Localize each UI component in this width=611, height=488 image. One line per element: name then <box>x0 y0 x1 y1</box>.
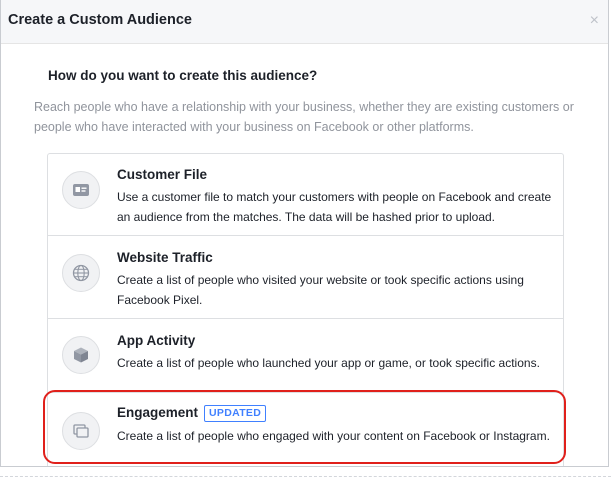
custom-audience-dialog: Create a Custom Audience × How do you wa… <box>0 0 609 467</box>
option-description: Create a list of people who launched you… <box>117 356 540 370</box>
option-description: Use a customer file to match your custom… <box>117 190 552 224</box>
contact-card-icon <box>62 171 100 209</box>
cube-icon <box>62 336 100 374</box>
updated-badge: UPDATED <box>204 405 267 422</box>
option-title: Customer File <box>117 167 208 182</box>
option-app-activity[interactable]: App Activity Create a list of people who… <box>48 318 563 392</box>
option-title: App Activity <box>117 333 196 348</box>
option-title-row: Engagement UPDATED <box>117 405 267 422</box>
option-engagement[interactable]: Engagement UPDATED Create a list of peopl… <box>48 392 563 466</box>
intro-description: Reach people who have a relationship wit… <box>34 100 574 134</box>
stacked-pages-icon <box>62 412 100 450</box>
close-icon[interactable]: × <box>590 12 599 30</box>
audience-source-list: Customer File Use a customer file to mat… <box>47 153 564 466</box>
dialog-header: Create a Custom Audience × <box>1 0 608 44</box>
option-website-traffic[interactable]: Website Traffic Create a list of people … <box>48 235 563 318</box>
option-description: Create a list of people who visited your… <box>117 273 524 307</box>
page-divider <box>0 476 611 477</box>
dialog-title: Create a Custom Audience <box>8 12 192 28</box>
question-heading: How do you want to create this audience? <box>48 68 318 83</box>
option-title: Engagement <box>117 405 199 420</box>
globe-icon <box>62 254 100 292</box>
option-customer-file[interactable]: Customer File Use a customer file to mat… <box>48 154 563 235</box>
option-description: Create a list of people who engaged with… <box>117 429 550 443</box>
option-title: Website Traffic <box>117 250 213 265</box>
